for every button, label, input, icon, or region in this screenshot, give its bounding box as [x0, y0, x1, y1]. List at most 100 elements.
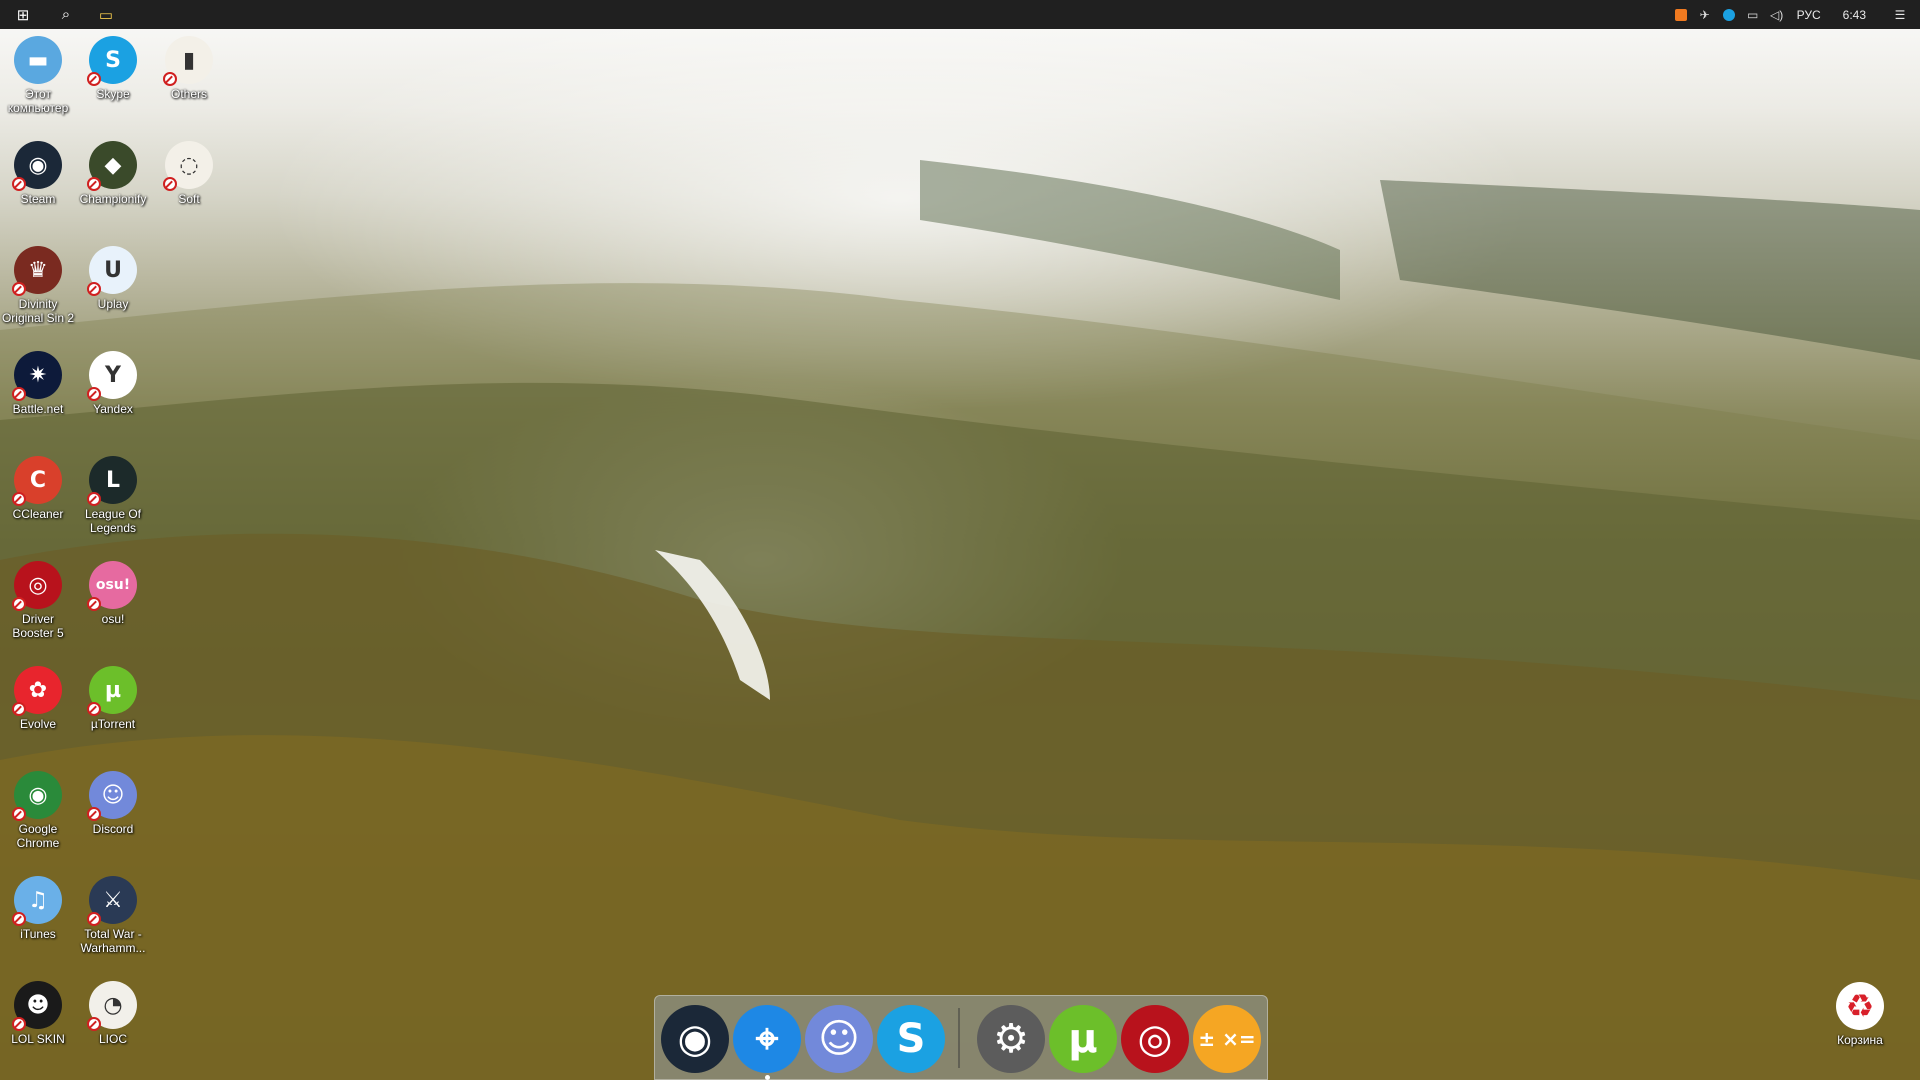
shortcut-arrow-icon — [12, 807, 26, 821]
app-icon: ◔ — [87, 981, 137, 1031]
app-icon: ☺ — [87, 771, 137, 821]
tray-bluetooth-icon[interactable]: ✈ — [1693, 0, 1717, 29]
app-icon: Y — [87, 351, 137, 401]
desktop-icon[interactable]: osu! osu! — [76, 561, 150, 626]
desktop-icon-label: Skype — [96, 87, 130, 101]
app-icon: U — [87, 246, 137, 296]
dock-driver-booster-icon[interactable]: ◎ — [1121, 1005, 1189, 1073]
shortcut-arrow-icon — [87, 72, 101, 86]
app-icon: osu! — [87, 561, 137, 611]
dock-settings-icon[interactable]: ⚙ — [977, 1005, 1045, 1073]
dock-calculator-icon[interactable]: ± ×= — [1193, 1005, 1261, 1073]
app-icon: ◉ — [12, 771, 62, 821]
shortcut-arrow-icon — [87, 177, 101, 191]
tray-skype-icon[interactable] — [1717, 0, 1741, 29]
desktop-icon[interactable]: ◎ Driver Booster 5 — [1, 561, 75, 640]
app-icon: µ — [87, 666, 137, 716]
desktop-icon[interactable]: ▮ Others — [152, 36, 226, 101]
recycle-bin-label: Корзина — [1837, 1033, 1883, 1047]
shortcut-arrow-icon — [87, 387, 101, 401]
dock-safari-icon[interactable]: ⌖ — [733, 1005, 801, 1073]
shortcut-arrow-icon — [87, 492, 101, 506]
folder-icon: ▭ — [98, 6, 114, 24]
dock-steam-icon[interactable]: ◉ — [661, 1005, 729, 1073]
desktop-icon[interactable]: ☺ Discord — [76, 771, 150, 836]
wallpaper-landscape — [0, 160, 1920, 1080]
desktop-icon[interactable]: ▬ Этот компьютер — [1, 36, 75, 115]
app-icon: ☻ — [12, 981, 62, 1031]
app-icon: ✷ — [12, 351, 62, 401]
app-icon: ⚔ — [87, 876, 137, 926]
search-icon: ⌕ — [61, 6, 71, 23]
shortcut-arrow-icon — [87, 597, 101, 611]
desktop-icon-label: Uplay — [97, 297, 129, 311]
shortcut-arrow-icon — [87, 282, 101, 296]
shortcut-arrow-icon — [12, 387, 26, 401]
language-indicator[interactable]: РУС — [1789, 8, 1829, 22]
shortcut-arrow-icon — [12, 492, 26, 506]
app-icon: ◆ — [87, 141, 137, 191]
desktop-icon-label: Soft — [178, 192, 200, 206]
desktop-icon[interactable]: ✷ Battle.net — [1, 351, 75, 416]
desktop-icon-label: LIOC — [98, 1032, 127, 1046]
start-button[interactable]: ⊞ — [0, 0, 46, 29]
action-center-button[interactable]: ☰ — [1880, 0, 1920, 29]
desktop-icon[interactable]: µ µTorrent — [76, 666, 150, 731]
desktop-icon[interactable]: C CCleaner — [1, 456, 75, 521]
desktop-icon[interactable]: L League Of Legends — [76, 456, 150, 535]
desktop-icon-label: League Of Legends — [84, 507, 142, 535]
shortcut-arrow-icon — [87, 702, 101, 716]
app-icon: ▬ — [14, 36, 62, 84]
desktop-icon-label: Total War - Warhamm... — [80, 927, 146, 955]
desktop-icon[interactable]: ◔ LIOC — [76, 981, 150, 1046]
desktop-icon[interactable]: ✿ Evolve — [1, 666, 75, 731]
dock-skype-icon[interactable]: S — [877, 1005, 945, 1073]
shortcut-arrow-icon — [12, 177, 26, 191]
dock-running-indicator — [765, 1075, 770, 1080]
desktop-icon[interactable]: S Skype — [76, 36, 150, 101]
desktop-icon-label: Battle.net — [12, 402, 64, 416]
search-button[interactable]: ⌕ — [46, 0, 86, 29]
desktop-icon-label: Yandex — [93, 402, 133, 416]
desktop-icon[interactable]: ◌ Soft — [152, 141, 226, 206]
desktop-icon[interactable]: ◉ Steam — [1, 141, 75, 206]
desktop-icon-label: Evolve — [19, 717, 57, 731]
desktop-icon[interactable]: Y Yandex — [76, 351, 150, 416]
network-icon[interactable]: ▭ — [1741, 0, 1765, 29]
recycle-bin[interactable]: ♻ Корзина — [1820, 982, 1900, 1047]
desktop-icon-label: Others — [170, 87, 207, 101]
volume-icon[interactable]: ◁) — [1765, 0, 1789, 29]
shortcut-arrow-icon — [87, 1017, 101, 1031]
file-explorer-button[interactable]: ▭ — [86, 0, 126, 29]
desktop-icon-label: Steam — [20, 192, 56, 206]
shortcut-arrow-icon — [12, 702, 26, 716]
dock-discord-icon[interactable]: ☺ — [805, 1005, 873, 1073]
desktop-icon[interactable]: ◉ Google Chrome — [1, 771, 75, 850]
dock-utorrent-icon[interactable]: µ — [1049, 1005, 1117, 1073]
clock[interactable]: 6:43 — [1829, 8, 1880, 22]
dock-separator — [958, 1008, 960, 1068]
shortcut-arrow-icon — [163, 177, 177, 191]
dock: ◉ ⌖ ☺ S ⚙ µ ◎ ± ×= — [654, 995, 1268, 1080]
desktop-icon-label: Discord — [92, 822, 134, 836]
desktop-icon[interactable]: U Uplay — [76, 246, 150, 311]
app-icon: S — [87, 36, 137, 86]
shortcut-arrow-icon — [12, 597, 26, 611]
app-icon: C — [12, 456, 62, 506]
desktop-icon[interactable]: ♫ iTunes — [1, 876, 75, 941]
app-icon: ◉ — [12, 141, 62, 191]
desktop-icon[interactable]: ☻ LOL SKIN — [1, 981, 75, 1046]
desktop-icon[interactable]: ♛ Divinity Original Sin 2 — [1, 246, 75, 325]
desktop-icon-label: Google Chrome — [16, 822, 60, 850]
tray-app-icon[interactable] — [1669, 0, 1693, 29]
notifications-icon: ☰ — [1894, 7, 1906, 22]
desktop-icon-label: iTunes — [20, 927, 56, 941]
shortcut-arrow-icon — [12, 282, 26, 296]
app-icon: L — [87, 456, 137, 506]
desktop-icon[interactable]: ◆ Championify — [76, 141, 150, 206]
desktop-icon-label: Driver Booster 5 — [12, 612, 64, 640]
desktop-icon[interactable]: ⚔ Total War - Warhamm... — [76, 876, 150, 955]
app-icon: ▮ — [163, 36, 213, 86]
desktop-icon-label: CCleaner — [12, 507, 64, 521]
shortcut-arrow-icon — [87, 807, 101, 821]
